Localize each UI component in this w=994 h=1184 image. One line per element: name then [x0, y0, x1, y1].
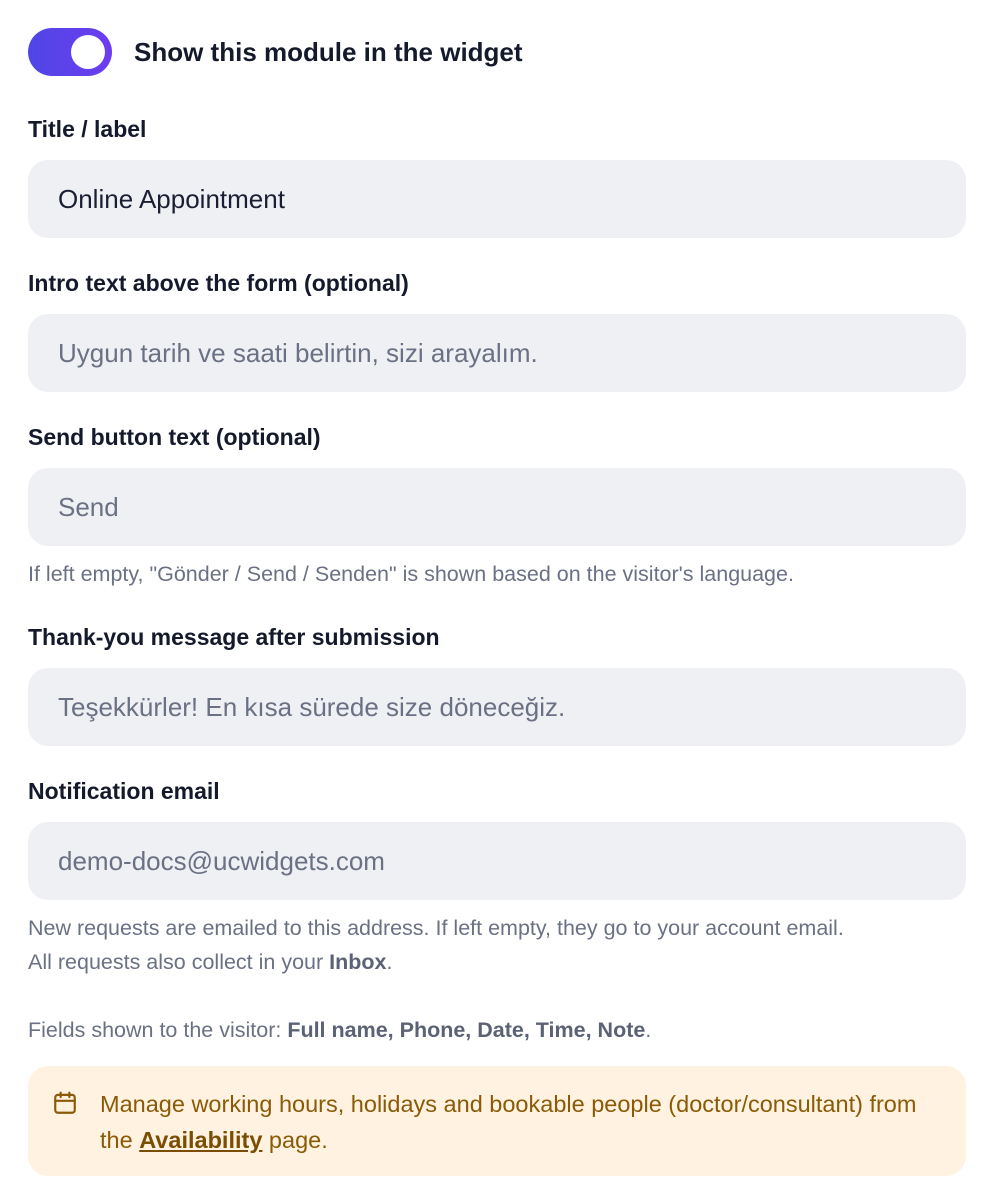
notification-email-hint-line1: New requests are emailed to this address… [28, 916, 844, 940]
send-button-text-label: Send button text (optional) [28, 424, 321, 450]
show-module-toggle[interactable] [28, 28, 112, 76]
title-label: Title / label [28, 116, 147, 142]
toggle-knob [71, 35, 105, 69]
title-input-value: Online Appointment [58, 183, 285, 214]
notification-email-placeholder: demo-docs@ucwidgets.com [58, 845, 385, 876]
hint-line2-prefix: All requests also collect in your [28, 950, 330, 974]
calendar-icon [54, 1091, 76, 1114]
inbox-reference: Inbox [329, 950, 387, 974]
availability-notice: Manage working hours, holidays and booka… [28, 1066, 966, 1176]
intro-text-label: Intro text above the form (optional) [28, 270, 409, 296]
notice-text-after: page. [262, 1127, 328, 1153]
fields-shown-text: Fields shown to the visitor: Full name, … [28, 1013, 651, 1047]
availability-link[interactable]: Availability [139, 1127, 262, 1153]
fields-shown-prefix: Fields shown to the visitor: [28, 1018, 288, 1042]
show-module-label: Show this module in the widget [134, 36, 523, 67]
thank-you-label: Thank-you message after submission [28, 624, 440, 650]
widget-visibility-row: Show this module in the widget [28, 28, 523, 76]
thank-you-input[interactable]: Teşekkürler! En kısa sürede size döneceğ… [28, 668, 966, 746]
notification-email-label: Notification email [28, 778, 220, 804]
title-input[interactable]: Online Appointment [28, 160, 966, 238]
hint-line2-suffix: . [386, 950, 393, 974]
send-button-text-input[interactable]: Send [28, 468, 966, 546]
intro-text-input[interactable]: Uygun tarih ve saati belirtin, sizi aray… [28, 314, 966, 392]
fields-shown-suffix: . [645, 1018, 652, 1042]
send-button-hint: If left empty, "Gönder / Send / Senden" … [28, 562, 794, 586]
fields-shown-list: Full name, Phone, Date, Time, Note [287, 1018, 646, 1042]
send-button-text-placeholder: Send [58, 491, 119, 522]
notification-email-hint-line2: All requests also collect in your Inbox. [28, 945, 844, 979]
notification-email-hint: New requests are emailed to this address… [28, 911, 844, 979]
thank-you-placeholder: Teşekkürler! En kısa sürede size döneceğ… [58, 691, 566, 722]
intro-text-placeholder: Uygun tarih ve saati belirtin, sizi aray… [58, 337, 538, 368]
availability-notice-text: Manage working hours, holidays and booka… [100, 1086, 942, 1158]
notification-email-input[interactable]: demo-docs@ucwidgets.com [28, 822, 966, 900]
